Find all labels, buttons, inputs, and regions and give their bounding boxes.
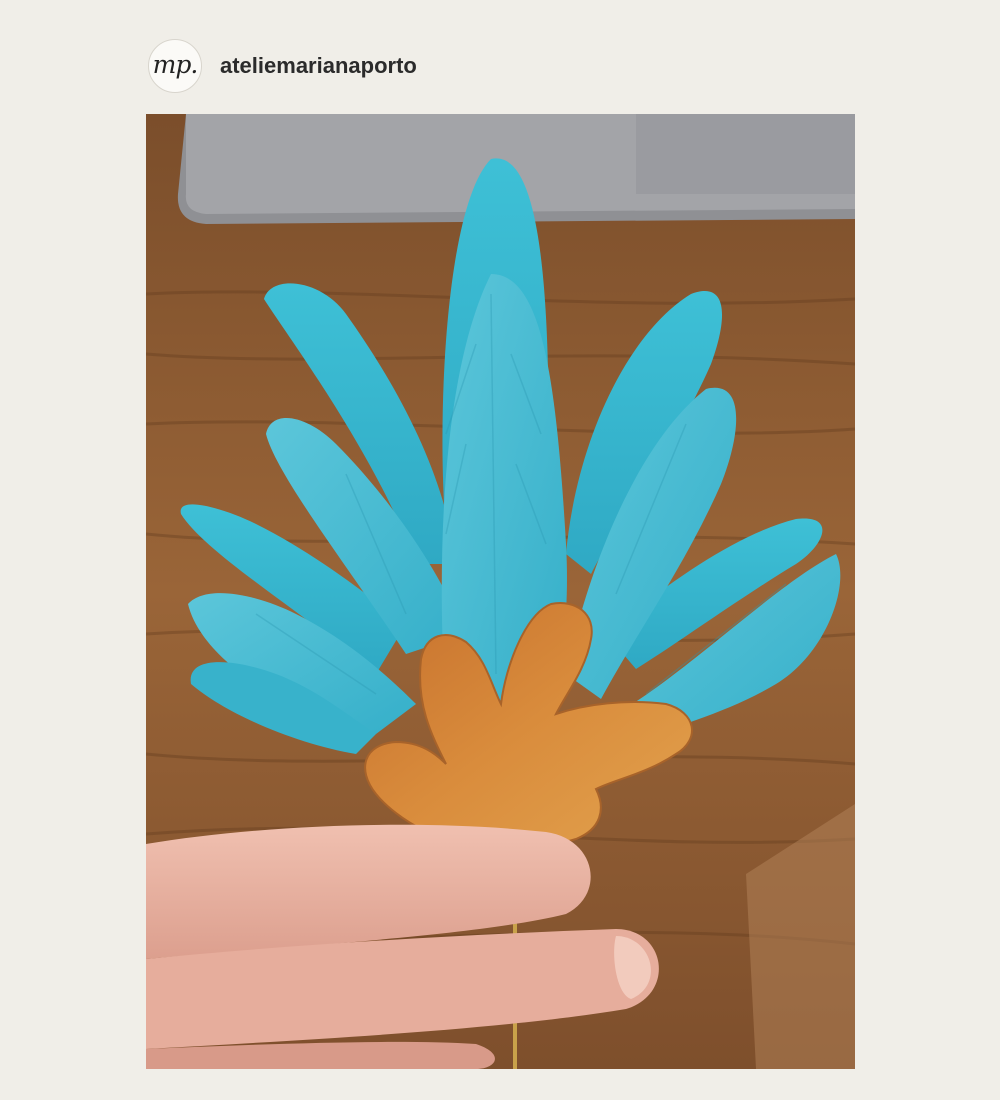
avatar[interactable]: mp. [148, 39, 202, 93]
post-header: mp. ateliemarianaporto [148, 38, 417, 94]
brooch-photo [146, 114, 855, 1069]
username-link[interactable]: ateliemarianaporto [220, 53, 417, 79]
avatar-monogram: mp. [152, 49, 199, 79]
post-image[interactable] [146, 114, 855, 1069]
